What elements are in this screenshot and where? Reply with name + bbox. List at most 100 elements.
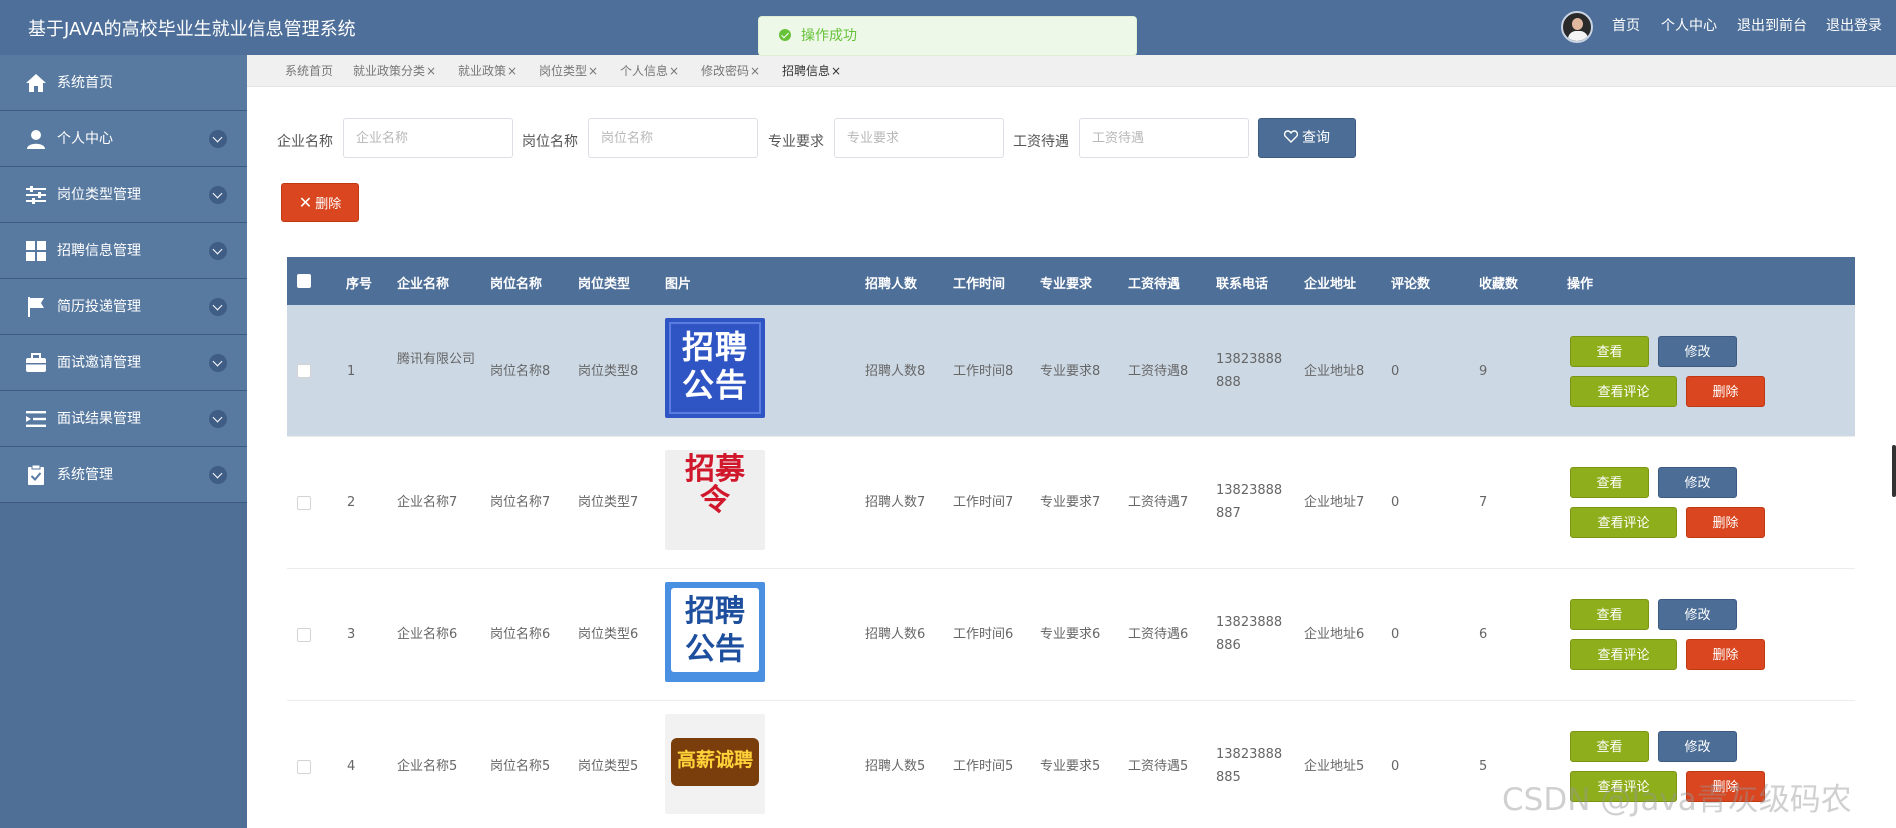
edit-button[interactable]: 修改 <box>1658 467 1737 498</box>
watermark: CSDN @Java青灰级码农 <box>1502 782 1852 818</box>
column-header: 联系电话 <box>1216 277 1269 292</box>
poster-text: 招聘公告 <box>681 328 748 404</box>
view-button[interactable]: 查看 <box>1570 467 1649 498</box>
chevron-down-icon[interactable] <box>209 410 227 428</box>
row-checkbox[interactable] <box>297 364 311 378</box>
cell-post: 岗位名称8 <box>490 364 551 379</box>
nav-frontend-link[interactable]: 退出到前台 <box>1737 0 1807 52</box>
filter-label-post: 岗位名称 <box>522 134 578 150</box>
tab-home[interactable]: 系统首页 <box>285 62 333 79</box>
nav-profile-link[interactable]: 个人中心 <box>1661 0 1717 52</box>
view-comments-button[interactable]: 查看评论 <box>1570 639 1677 670</box>
view-comments-button[interactable]: 查看评论 <box>1570 507 1677 538</box>
company-name-input[interactable] <box>343 118 513 158</box>
cell-salary: 工资待遇7 <box>1128 495 1189 510</box>
cell-post-type: 岗位类型7 <box>578 495 639 510</box>
cell-worktime: 工作时间7 <box>953 495 1014 510</box>
cell-post: 岗位名称7 <box>490 495 551 510</box>
heart-icon <box>1283 130 1299 143</box>
table-row[interactable]: 2 企业名称7 岗位名称7 岗位类型7 招募令 招聘人数7 工作时间7 专业要求… <box>287 437 1855 569</box>
query-button[interactable]: 查询 <box>1258 118 1356 158</box>
row-checkbox[interactable] <box>297 628 311 642</box>
delete-button[interactable]: 删除 <box>1686 376 1765 407</box>
sidebar-item-interview-invite[interactable]: 面试邀请管理 <box>0 335 247 391</box>
cell-phone: 13823888886 <box>1216 615 1283 653</box>
column-header: 评论数 <box>1391 277 1431 292</box>
success-toast: 操作成功 <box>758 16 1137 56</box>
chevron-down-icon[interactable] <box>209 466 227 484</box>
tab-post-type[interactable]: 岗位类型× <box>539 62 598 79</box>
chevron-down-icon[interactable] <box>209 242 227 260</box>
major-requirement-input[interactable] <box>834 118 1004 158</box>
salary-input[interactable] <box>1079 118 1249 158</box>
tab-personal-info[interactable]: 个人信息× <box>620 62 679 79</box>
sidebar-item-post-types[interactable]: 岗位类型管理 <box>0 167 247 223</box>
user-icon <box>27 130 45 149</box>
column-header: 工资待遇 <box>1128 277 1181 292</box>
close-icon[interactable]: × <box>750 64 760 78</box>
column-header: 序号 <box>346 277 373 292</box>
sidebar-item-resume[interactable]: 简历投递管理 <box>0 279 247 335</box>
sidebar: 系统首页 个人中心 岗位类型管理 招聘信息管理 简历投递管理 面试邀请管理 面试… <box>0 55 247 828</box>
cell-address: 企业地址7 <box>1304 495 1365 510</box>
cell-count: 招聘人数7 <box>865 495 926 510</box>
sidebar-item-personal-center[interactable]: 个人中心 <box>0 111 247 167</box>
edit-button[interactable]: 修改 <box>1658 599 1737 630</box>
batch-delete-button[interactable]: ✕ 删除 <box>281 183 359 222</box>
chevron-down-icon[interactable] <box>209 354 227 372</box>
close-icon[interactable]: × <box>507 64 517 78</box>
edit-button[interactable]: 修改 <box>1658 336 1737 367</box>
tab-policy[interactable]: 就业政策× <box>458 62 517 79</box>
tab-recruitment-info[interactable]: 招聘信息× <box>782 62 841 79</box>
cell-favs: 9 <box>1479 364 1488 379</box>
grid-icon <box>26 241 46 261</box>
nav-logout-link[interactable]: 退出登录 <box>1826 0 1882 52</box>
close-icon[interactable]: × <box>588 64 598 78</box>
chevron-down-icon[interactable] <box>209 298 227 316</box>
edit-button[interactable]: 修改 <box>1658 731 1737 762</box>
user-avatar[interactable] <box>1561 11 1593 43</box>
post-name-input[interactable] <box>588 118 758 158</box>
filter-label-salary: 工资待遇 <box>1013 134 1069 150</box>
cell-no: 2 <box>347 495 356 510</box>
column-header: 招聘人数 <box>865 277 918 292</box>
cell-address: 企业地址8 <box>1304 364 1365 379</box>
delete-label: 删除 <box>315 197 342 212</box>
scrollbar-thumb[interactable] <box>1892 445 1896 497</box>
tab-policy-category[interactable]: 就业政策分类× <box>353 62 436 79</box>
view-button[interactable]: 查看 <box>1570 336 1649 367</box>
row-checkbox[interactable] <box>297 496 311 510</box>
sidebar-item-label: 系统首页 <box>57 75 113 91</box>
delete-button[interactable]: 删除 <box>1686 639 1765 670</box>
chevron-down-icon[interactable] <box>209 130 227 148</box>
sidebar-item-interview-result[interactable]: 面试结果管理 <box>0 391 247 447</box>
close-icon[interactable]: × <box>831 64 841 78</box>
view-button[interactable]: 查看 <box>1570 731 1649 762</box>
sidebar-item-recruitment[interactable]: 招聘信息管理 <box>0 223 247 279</box>
cell-phone: 13823888888 <box>1216 352 1283 390</box>
close-icon[interactable]: × <box>426 64 436 78</box>
table-row[interactable]: 1 腾讯有限公司 岗位名称8 岗位类型8 招聘公告 招聘人数8 工作时间8 专业… <box>287 305 1855 437</box>
cell-worktime: 工作时间8 <box>953 364 1014 379</box>
table-row[interactable]: 3 企业名称6 岗位名称6 岗位类型6 招聘公告 招聘人数6 工作时间6 专业要… <box>287 569 1855 701</box>
app-title: 基于JAVA的高校毕业生就业信息管理系统 <box>28 19 356 40</box>
view-comments-button[interactable]: 查看评论 <box>1570 376 1677 407</box>
column-header: 岗位类型 <box>578 277 631 292</box>
cell-comments: 0 <box>1391 627 1400 642</box>
sidebar-item-home[interactable]: 系统首页 <box>0 55 247 111</box>
cell-post: 岗位名称6 <box>490 627 551 642</box>
cell-company: 腾讯有限公司 <box>397 352 476 367</box>
sidebar-item-label: 面试结果管理 <box>57 411 141 427</box>
delete-button[interactable]: 删除 <box>1686 507 1765 538</box>
close-icon[interactable]: × <box>669 64 679 78</box>
tab-change-password[interactable]: 修改密码× <box>701 62 760 79</box>
nav-home-link[interactable]: 首页 <box>1612 0 1640 52</box>
select-all-checkbox[interactable] <box>297 274 311 288</box>
cell-no: 1 <box>347 364 356 379</box>
row-checkbox[interactable] <box>297 760 311 774</box>
view-button[interactable]: 查看 <box>1570 599 1649 630</box>
chevron-down-icon[interactable] <box>209 186 227 204</box>
cell-post: 岗位名称5 <box>490 759 551 774</box>
cell-post-type: 岗位类型8 <box>578 364 639 379</box>
sidebar-item-system[interactable]: 系统管理 <box>0 447 247 503</box>
